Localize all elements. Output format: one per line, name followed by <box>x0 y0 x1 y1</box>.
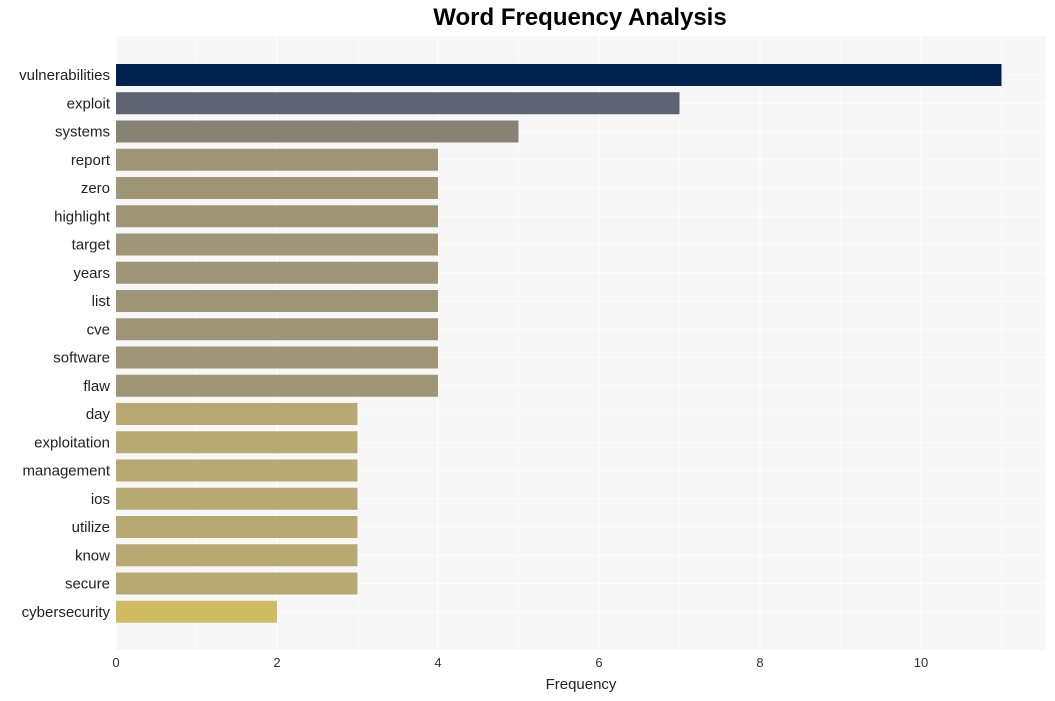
bar-list <box>116 290 438 312</box>
bar-zero <box>116 177 438 199</box>
x-tick-label: 2 <box>273 655 280 670</box>
bar-target <box>116 233 438 256</box>
category-label: exploitation <box>34 434 110 451</box>
category-label: know <box>75 547 110 564</box>
bar-utilize <box>116 516 358 538</box>
x-tick-label: 4 <box>434 655 441 670</box>
x-axis-label: Frequency <box>546 676 617 693</box>
x-tick-label: 6 <box>595 655 602 670</box>
bar-software <box>116 346 438 369</box>
category-label: software <box>53 350 110 367</box>
category-label: report <box>71 152 111 169</box>
category-label: highlight <box>54 208 111 225</box>
category-label: exploit <box>67 95 111 112</box>
bar-know <box>116 544 358 567</box>
category-label: secure <box>65 576 110 593</box>
category-label: list <box>92 293 111 310</box>
category-label: systems <box>55 124 110 141</box>
bar-cybersecurity <box>116 600 277 623</box>
category-label: management <box>22 463 110 480</box>
x-tick-label: 10 <box>914 655 928 670</box>
bar-years <box>116 261 438 284</box>
category-label: cybersecurity <box>22 604 111 621</box>
bar-exploitation <box>116 431 358 454</box>
bar-chart: vulnerabilities exploit systems report zero h… <box>19 36 1046 693</box>
bar-systems <box>116 120 519 143</box>
bar-day <box>116 403 358 425</box>
category-label: utilize <box>72 519 110 536</box>
bar-secure <box>116 572 358 595</box>
bar-management <box>116 459 358 482</box>
category-label: day <box>86 406 111 423</box>
bar-flaw <box>116 374 438 397</box>
bar-exploit <box>116 92 680 115</box>
bar-vulnerabilities <box>116 64 1002 86</box>
category-label: flaw <box>83 378 110 395</box>
bar-report <box>116 148 438 171</box>
x-tick-label: 0 <box>112 655 119 670</box>
category-label: vulnerabilities <box>19 67 110 84</box>
category-label: years <box>73 265 110 282</box>
bar-cve <box>116 318 438 341</box>
bar-highlight <box>116 205 438 228</box>
category-label: cve <box>87 321 110 338</box>
x-tick-label: 8 <box>756 655 763 670</box>
category-label: target <box>72 237 111 254</box>
bar-ios <box>116 487 358 510</box>
category-label: ios <box>91 491 110 508</box>
category-label: zero <box>81 180 110 197</box>
